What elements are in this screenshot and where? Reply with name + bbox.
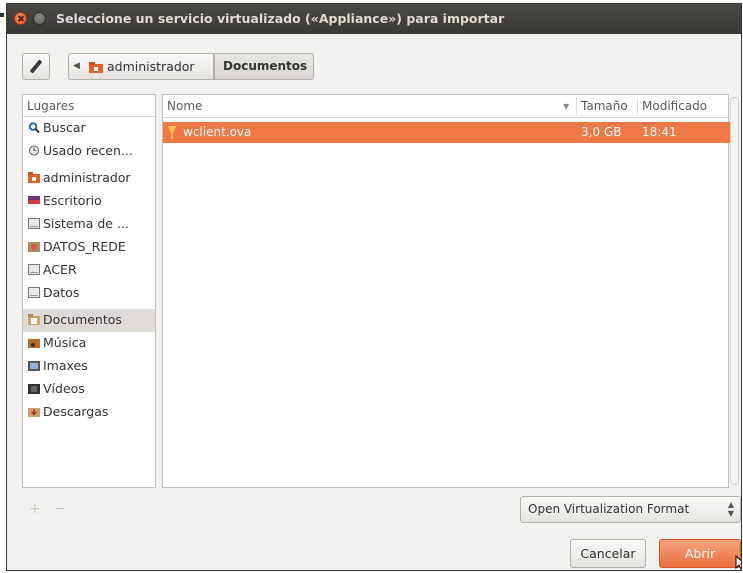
sidebar-item-label: Sistema de ... [43, 216, 129, 231]
cancel-button[interactable]: Cancelar [570, 539, 646, 568]
path-back-button[interactable]: ◀ [68, 53, 85, 80]
file-type-filter-select[interactable]: Open Virtualization Format ▲ ▼ [520, 496, 741, 523]
music-folder-icon [28, 339, 40, 348]
remove-bookmark-icon[interactable]: − [54, 501, 66, 517]
titlebar[interactable]: Seleccione un servicio virtualizado («Ap… [7, 4, 741, 34]
file-list-header: Nome ▼ Tamaño Modificado [163, 95, 728, 118]
drive-icon [28, 264, 40, 275]
sidebar-item-label: Escritorio [43, 193, 102, 208]
scrollbar-trough[interactable] [730, 97, 739, 485]
drive-icon [28, 218, 40, 229]
pictures-folder-icon [28, 361, 40, 371]
network-drive-icon [28, 242, 40, 252]
column-separator [637, 98, 638, 114]
sidebar-item-label: Documentos [43, 312, 122, 327]
column-header-modified[interactable]: Modificado [642, 99, 707, 113]
sidebar-item-label: Descargas [43, 404, 109, 419]
chevron-left-icon: ◀ [73, 61, 80, 71]
sidebar-item-videos[interactable]: Vídeos [23, 378, 155, 401]
breadcrumb-label: administrador [107, 59, 195, 74]
sidebar-item-label: Usado recen... [43, 143, 133, 158]
close-icon[interactable] [14, 12, 27, 25]
breadcrumb-administrador[interactable]: administrador [84, 53, 214, 80]
column-header-size[interactable]: Tamaño [581, 99, 628, 113]
sidebar-item-buscar[interactable]: Buscar [23, 117, 155, 140]
sidebar-header: Lugares [23, 95, 155, 117]
window-title: Seleccione un servicio virtualizado («Ap… [56, 11, 505, 26]
file-modified: 18:41 [642, 125, 677, 139]
filter-selected-value: Open Virtualization Format [528, 502, 690, 516]
sidebar-item-label: administrador [43, 170, 131, 185]
file-chooser-dialog: Seleccione un servicio virtualizado («Ap… [6, 3, 742, 571]
sidebar-item-imaxes[interactable]: Imaxes [23, 355, 155, 378]
sidebar-item-datos-rede[interactable]: DATOS_REDE [23, 236, 155, 259]
sidebar-item-datos[interactable]: Datos [23, 282, 155, 305]
drive-icon [28, 287, 40, 298]
breadcrumb-label: Documentos [223, 59, 308, 73]
home-folder-icon [89, 62, 103, 73]
file-list-scrollbar[interactable] [730, 97, 739, 485]
file-size: 3,0 GB [581, 125, 622, 139]
documents-folder-icon [28, 314, 40, 325]
file-list[interactable]: Nome ▼ Tamaño Modificado wclient.ova 3,0… [162, 94, 730, 488]
sort-descending-icon: ▼ [563, 102, 570, 111]
up-down-arrows-icon: ▲ ▼ [727, 500, 734, 518]
sidebar-item-label: DATOS_REDE [43, 239, 126, 254]
sidebar-item-label: Datos [43, 285, 80, 300]
desktop-icon [28, 196, 40, 204]
sidebar-item-label: Vídeos [43, 381, 85, 396]
videos-folder-icon [28, 384, 40, 394]
mouse-pointer-icon [735, 555, 741, 570]
sidebar-item-usado-recen[interactable]: Usado recen... [23, 140, 155, 163]
breadcrumb-documentos[interactable]: Documentos [214, 53, 314, 80]
sidebar-item-label: Imaxes [43, 358, 88, 373]
sidebar-item-documentos[interactable]: Documentos [23, 309, 155, 332]
sidebar-item-label: Música [43, 335, 87, 350]
sidebar-item-escritorio[interactable]: Escritorio [23, 190, 155, 213]
add-remove-bookmark-controls: + − [29, 501, 66, 517]
minimize-icon[interactable] [33, 12, 46, 25]
places-sidebar: Lugares Buscar Usado recen... administra… [22, 94, 156, 488]
file-row[interactable]: wclient.ova 3,0 GB 18:41 [163, 122, 730, 143]
pencil-icon [29, 59, 43, 74]
recent-icon [28, 145, 40, 156]
file-name: wclient.ova [183, 125, 252, 139]
path-bar: ◀ administrador Documentos [7, 34, 741, 89]
sidebar-item-musica[interactable]: Música [23, 332, 155, 355]
page-bullet [0, 13, 4, 17]
column-header-name[interactable]: Nome [167, 99, 202, 113]
add-bookmark-icon[interactable]: + [29, 501, 41, 517]
edit-location-button[interactable] [22, 53, 50, 80]
sidebar-item-sistema[interactable]: Sistema de ... [23, 213, 155, 236]
sidebar-item-label: ACER [43, 262, 77, 277]
search-icon [28, 122, 40, 133]
ova-file-icon [168, 126, 176, 139]
open-button[interactable]: Abrir [659, 539, 741, 568]
column-separator [576, 98, 577, 114]
downloads-folder-icon [28, 408, 40, 417]
sidebar-item-acer[interactable]: ACER [23, 259, 155, 282]
sidebar-item-label: Buscar [43, 120, 86, 135]
sidebar-item-administrador[interactable]: administrador [23, 167, 155, 190]
sidebar-item-descargas[interactable]: Descargas [23, 401, 155, 424]
home-folder-icon [28, 172, 40, 183]
